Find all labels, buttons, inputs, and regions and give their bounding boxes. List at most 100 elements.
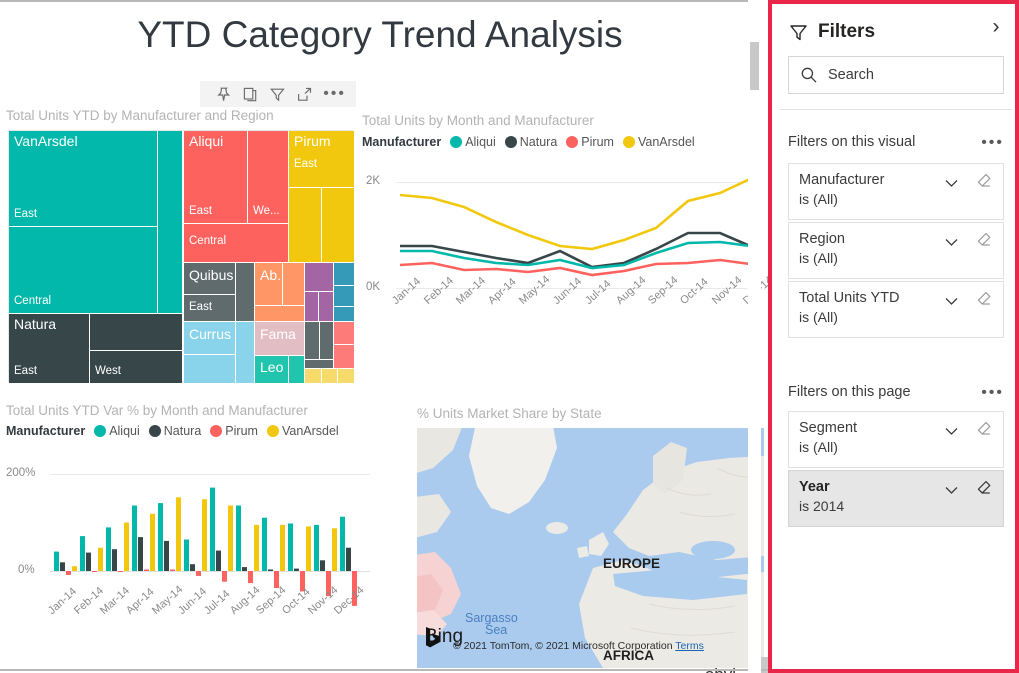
chevron-down-icon[interactable] bbox=[944, 482, 959, 494]
treemap-tile-quibus-a[interactable]: Quibus bbox=[184, 263, 235, 294]
treemap-tile-currus-b[interactable] bbox=[184, 355, 235, 383]
section-more-options-icon[interactable]: ••• bbox=[981, 134, 1004, 150]
treemap-tile-blue-a[interactable] bbox=[334, 263, 354, 285]
treemap-tile-ab-c[interactable] bbox=[255, 306, 304, 321]
treemap-tile-quibus-b[interactable] bbox=[236, 263, 254, 321]
legend-item-pirum[interactable]: Pirum bbox=[210, 424, 258, 438]
treemap-tile-aliqui-east[interactable]: Aliqui East bbox=[184, 131, 247, 223]
treemap-tile-purple-c[interactable] bbox=[319, 292, 333, 321]
treemap-tile-pirum-east[interactable]: Pirum East bbox=[289, 131, 354, 187]
visual-hover-toolbar[interactable]: ••• bbox=[200, 81, 356, 107]
clear-filter-eraser-icon[interactable] bbox=[976, 420, 993, 437]
treemap-tile-salmon-a[interactable] bbox=[334, 322, 354, 344]
filter-card-segment[interactable]: Segment is (All) bbox=[788, 411, 1004, 468]
clear-filter-eraser-icon[interactable] bbox=[976, 231, 993, 248]
focus-mode-icon[interactable] bbox=[296, 86, 313, 103]
legend-item-vanarsdel[interactable]: VanArsdel bbox=[622, 135, 695, 149]
bar bbox=[106, 527, 111, 571]
treemap-tile-purple-b[interactable] bbox=[305, 292, 318, 321]
treemap-tile-natura-west[interactable]: West bbox=[90, 351, 182, 383]
filter-card-total-units-ytd[interactable]: Total Units YTD is (All) bbox=[788, 281, 1004, 338]
filter-card-region[interactable]: Region is (All) bbox=[788, 222, 1004, 279]
bar-chart-plot[interactable]: 200% 0% Jan-14 Feb-14 Mar-14 Apr-14 May-… bbox=[0, 446, 370, 671]
treemap-tile-currus-c[interactable] bbox=[236, 322, 254, 383]
treemap-tile-salmon-b[interactable] bbox=[334, 345, 354, 368]
filters-on-visual-header: Filters on this visual ••• bbox=[788, 132, 1004, 152]
legend-swatch bbox=[266, 425, 279, 437]
tile-region: Central bbox=[14, 295, 52, 307]
map-canvas[interactable]: EUROPE AFRICA Sargasso Sea Bing © 2021 T… bbox=[417, 428, 764, 668]
page-scrollbar-thumb[interactable] bbox=[750, 42, 759, 90]
filters-pane[interactable]: Filters › Search Filters on this visual … bbox=[768, 0, 1019, 673]
treemap-tile-vanarsdel-east[interactable]: VanArsdel East bbox=[9, 131, 157, 226]
filter-card-manufacturer[interactable]: Manufacturer is (All) bbox=[788, 163, 1004, 220]
copy-icon[interactable] bbox=[242, 86, 259, 103]
legend-item-aliqui[interactable]: Aliqui bbox=[94, 424, 140, 438]
treemap-tile-fama[interactable]: Fama bbox=[255, 322, 304, 355]
tile-label: Quibus bbox=[189, 267, 234, 283]
treemap-tile-vanarsdel-central[interactable]: Central bbox=[9, 227, 157, 313]
treemap-visual[interactable]: Total Units YTD by Manufacturer and Regi… bbox=[0, 108, 360, 396]
chevron-down-icon[interactable] bbox=[944, 293, 959, 305]
page-scrollbar[interactable] bbox=[748, 0, 761, 673]
legend-item-vanarsdel[interactable]: VanArsdel bbox=[266, 424, 339, 438]
treemap-tile-blue-b[interactable] bbox=[334, 286, 354, 306]
collapse-filters-pane-button[interactable]: › bbox=[983, 14, 1009, 40]
treemap-tile-natura-west-a[interactable] bbox=[90, 314, 182, 350]
clear-filter-eraser-icon[interactable] bbox=[976, 290, 993, 307]
chevron-down-icon[interactable] bbox=[944, 175, 959, 187]
more-options-icon[interactable]: ••• bbox=[323, 86, 346, 102]
map-title: % Units Market Share by State bbox=[417, 406, 602, 421]
bar-chart-visual[interactable]: Total Units YTD Var % by Month and Manuf… bbox=[0, 400, 370, 673]
treemap-tile-slate-c[interactable] bbox=[305, 360, 333, 368]
treemap-tile-ab-a[interactable]: Ab... bbox=[255, 263, 282, 305]
line-chart-legend[interactable]: Manufacturer Aliqui Natura Pirum VanArsd… bbox=[362, 135, 704, 149]
legend-item-aliqui[interactable]: Aliqui bbox=[450, 135, 496, 149]
bar bbox=[72, 566, 77, 571]
treemap-tile-slate-a[interactable] bbox=[305, 322, 319, 359]
section-more-options-icon[interactable]: ••• bbox=[981, 384, 1004, 400]
filters-search-box[interactable]: Search bbox=[788, 56, 1004, 94]
chevron-down-icon[interactable] bbox=[944, 423, 959, 435]
treemap-tile-currus-a[interactable]: Currus bbox=[184, 322, 235, 354]
treemap-tile-leo[interactable]: Leo bbox=[255, 356, 288, 383]
treemap-tile-natura-east[interactable]: Natura East bbox=[9, 314, 89, 383]
tile-label: Natura bbox=[14, 316, 57, 332]
line-chart-visual[interactable]: Total Units by Month and Manufacturer Ma… bbox=[358, 113, 768, 396]
treemap-tile-pirum-c[interactable] bbox=[322, 188, 354, 262]
treemap-tile-lightyellow-b[interactable] bbox=[322, 369, 337, 383]
tile-label: VanArsdel bbox=[14, 133, 78, 149]
clear-filter-eraser-icon[interactable] bbox=[976, 479, 993, 496]
treemap-tile-vanarsdel-west[interactable] bbox=[158, 131, 182, 313]
filter-card-name: Manufacturer bbox=[799, 172, 885, 188]
treemap-tile-blue-c[interactable] bbox=[334, 307, 354, 321]
treemap-tile-purple-a[interactable] bbox=[305, 263, 333, 291]
treemap-tile-ab-b[interactable] bbox=[283, 263, 304, 305]
pin-icon[interactable] bbox=[215, 86, 232, 103]
treemap-tile-leo-b[interactable] bbox=[289, 356, 304, 383]
legend-swatch bbox=[622, 136, 635, 148]
bar bbox=[262, 517, 267, 571]
legend-item-natura[interactable]: Natura bbox=[148, 424, 201, 438]
treemap-tile-pirum-b[interactable] bbox=[289, 188, 321, 262]
treemap-tile-lightyellow-a[interactable] bbox=[305, 369, 321, 383]
treemap-tile-lightyellow-c[interactable] bbox=[338, 369, 354, 383]
map-visual[interactable]: % Units Market Share by State EUROPE AFR… bbox=[413, 400, 768, 673]
filter-icon[interactable] bbox=[269, 86, 286, 103]
bar-chart-legend[interactable]: Manufacturer Aliqui Natura Pirum VanArsd… bbox=[6, 424, 348, 438]
clear-filter-eraser-icon[interactable] bbox=[976, 172, 993, 189]
treemap-tile-aliqui-west[interactable]: We... bbox=[248, 131, 288, 223]
bar bbox=[60, 562, 65, 571]
legend-item-natura[interactable]: Natura bbox=[504, 135, 557, 149]
line-chart-plot[interactable]: 2K 0K Jan-14 Feb-14 Mar-14 Apr-14 May-14… bbox=[358, 158, 768, 388]
filter-card-year[interactable]: Year is 2014 bbox=[788, 470, 1004, 527]
treemap-tile-slate-b[interactable] bbox=[320, 322, 333, 359]
treemap-tile-aliqui-central[interactable]: Central bbox=[184, 224, 288, 262]
filter-funnel-icon bbox=[788, 22, 809, 43]
treemap-plot[interactable]: VanArsdel East Central Natura East West … bbox=[8, 130, 354, 383]
map-terms-link[interactable]: Terms bbox=[675, 640, 704, 652]
report-canvas: YTD Category Trend Analysis ••• Total Un… bbox=[0, 0, 768, 673]
treemap-tile-quibus-east[interactable]: East bbox=[184, 295, 235, 321]
legend-item-pirum[interactable]: Pirum bbox=[566, 135, 614, 149]
chevron-down-icon[interactable] bbox=[944, 234, 959, 246]
